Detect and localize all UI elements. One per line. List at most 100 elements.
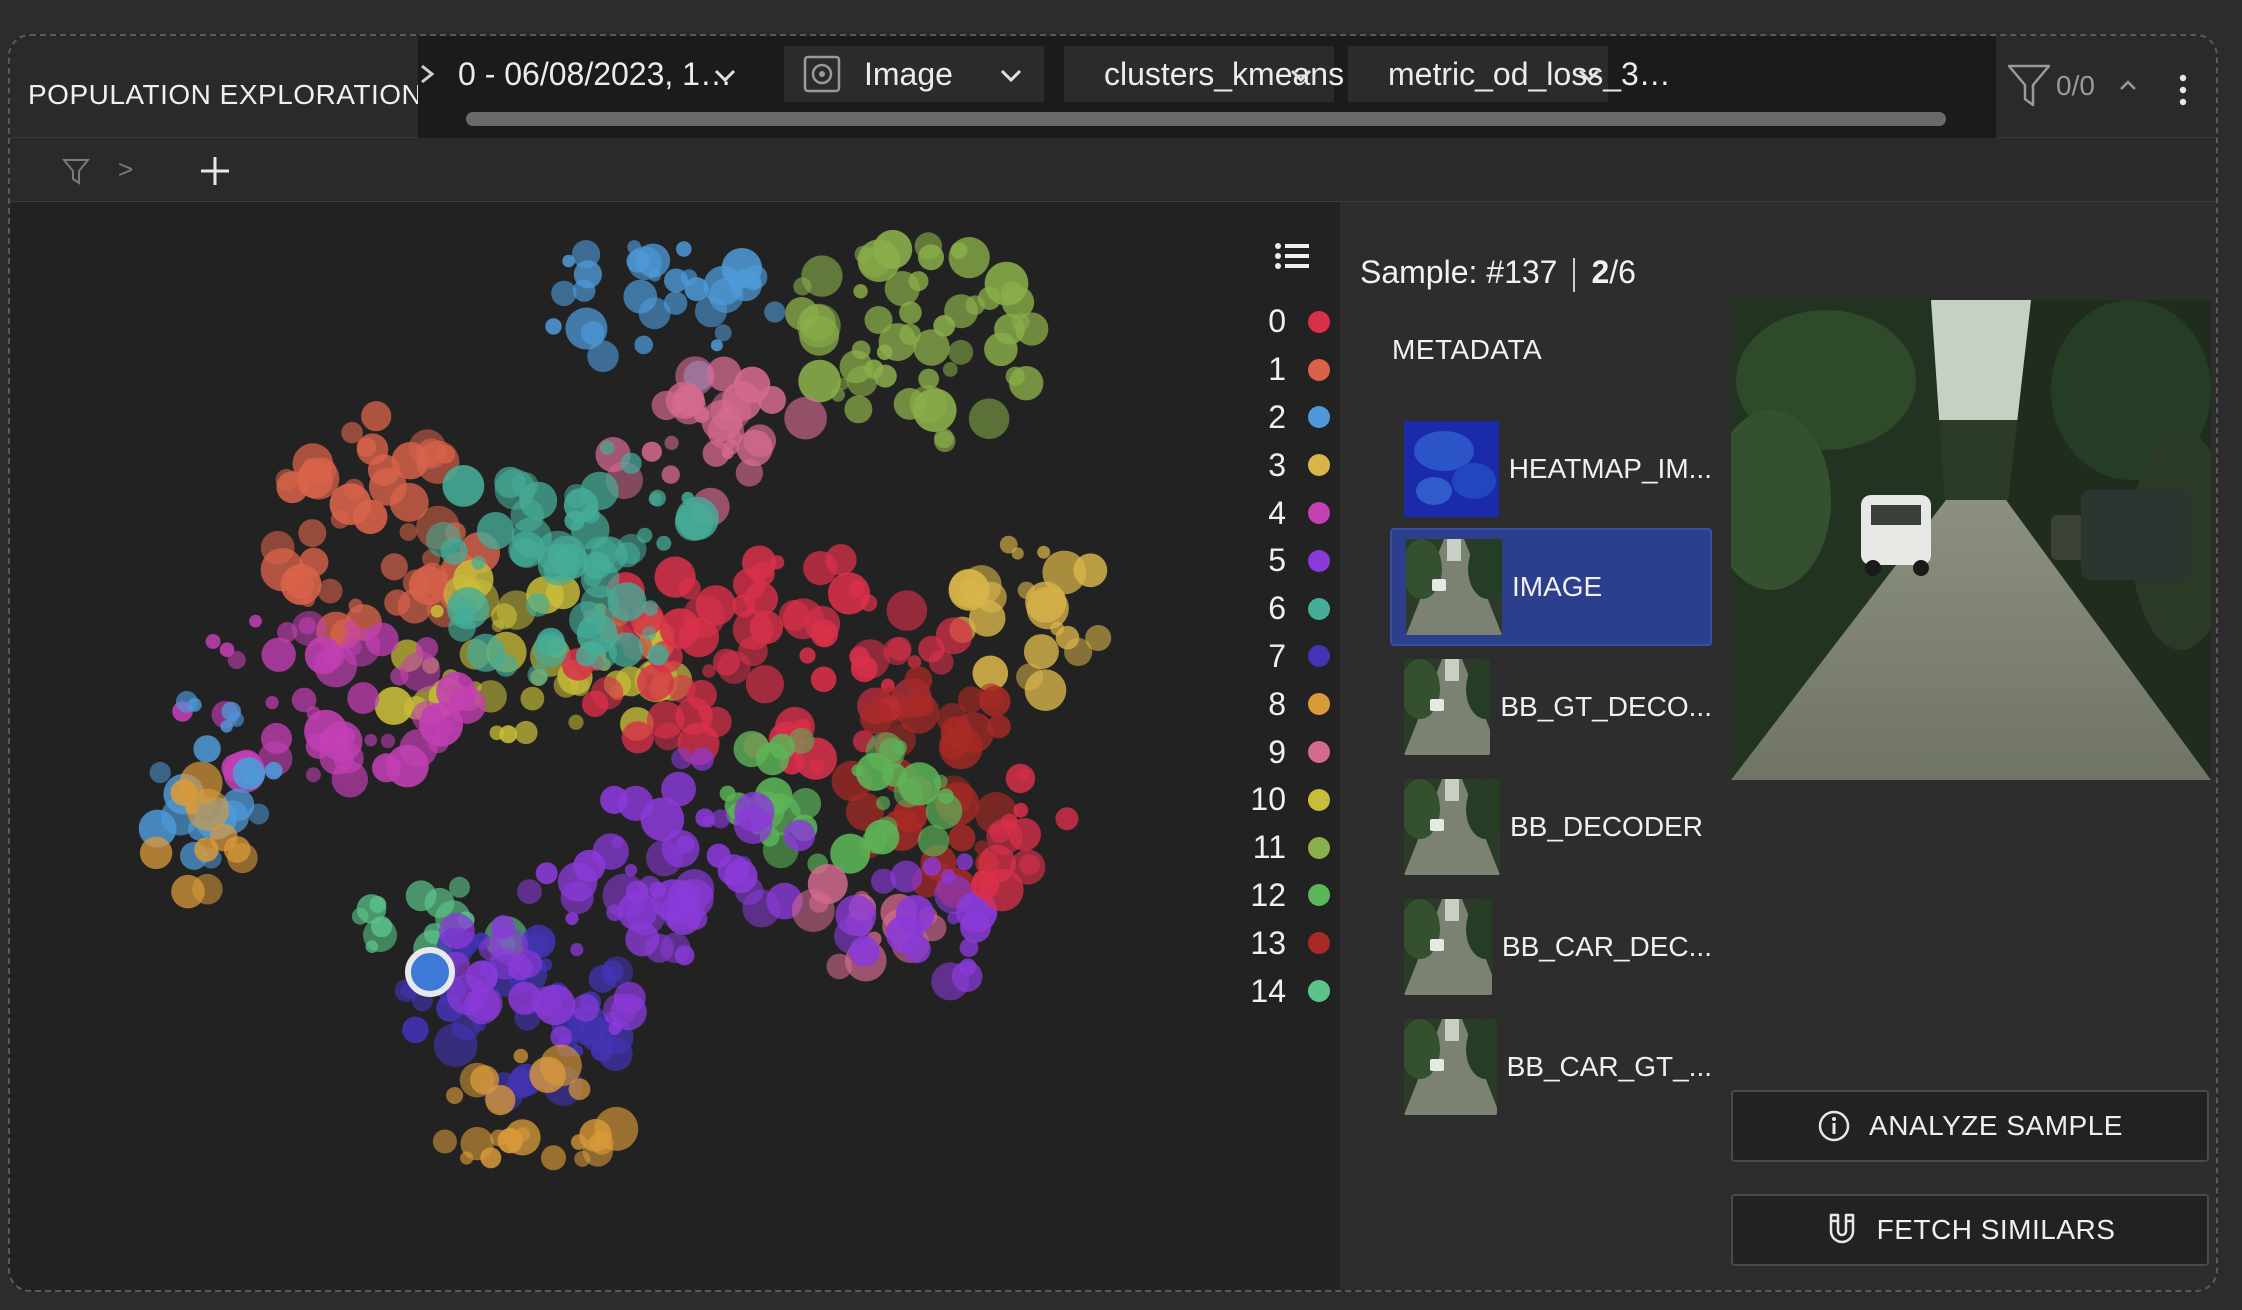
scatter-point[interactable]: [793, 277, 812, 296]
scatter-point[interactable]: [826, 953, 853, 980]
scatter-point[interactable]: [529, 1056, 566, 1093]
scatter-point[interactable]: [1005, 366, 1025, 386]
scatter-point[interactable]: [460, 1126, 494, 1161]
legend-item[interactable]: 8: [1200, 680, 1330, 728]
scatter-point[interactable]: [504, 1119, 541, 1156]
scatter-point[interactable]: [514, 720, 538, 745]
scatter-point[interactable]: [424, 887, 455, 918]
scatter-point[interactable]: [265, 696, 279, 710]
size-by-selector[interactable]: metric_od_loss_3…: [1348, 46, 1671, 102]
scatter-point[interactable]: [1085, 625, 1112, 651]
filter-toggle[interactable]: 0/0: [2006, 58, 2143, 114]
scatter-point[interactable]: [810, 619, 839, 648]
scatter-point[interactable]: [347, 682, 380, 714]
legend-item[interactable]: 11: [1200, 824, 1330, 872]
scatter-point[interactable]: [415, 637, 439, 660]
scatter-point[interactable]: [710, 339, 723, 352]
metadata-item[interactable]: HEATMAP_IM...: [1390, 410, 1712, 528]
scatter-point[interactable]: [956, 853, 974, 871]
scatter-point[interactable]: [569, 601, 607, 639]
legend-item[interactable]: 7: [1200, 633, 1330, 681]
scatter-point[interactable]: [656, 535, 672, 551]
scatter-point[interactable]: [859, 246, 891, 278]
scatter-point[interactable]: [721, 248, 762, 289]
chevron-up-icon[interactable]: [2113, 71, 2143, 101]
scatter-point[interactable]: [264, 761, 283, 780]
scatter-point[interactable]: [745, 665, 785, 704]
scatter-plot-area[interactable]: [10, 202, 1340, 1292]
scatter-point[interactable]: [562, 254, 575, 268]
scatter-point[interactable]: [532, 632, 568, 668]
scatter-point[interactable]: [545, 318, 562, 335]
scatter-point[interactable]: [886, 590, 928, 631]
metadata-item[interactable]: BB_CAR_DEC...: [1390, 888, 1712, 1006]
scatter-point[interactable]: [871, 868, 897, 894]
scatter-point[interactable]: [876, 796, 891, 811]
scatter-point[interactable]: [408, 429, 446, 467]
scatter-point[interactable]: [671, 748, 693, 770]
scatter-point[interactable]: [356, 894, 387, 924]
scatter-point[interactable]: [364, 733, 378, 747]
scatter-point[interactable]: [427, 731, 449, 754]
scatter-point[interactable]: [1037, 545, 1051, 559]
scatter-point[interactable]: [581, 690, 609, 717]
legend-item[interactable]: 10: [1200, 776, 1330, 824]
scatter-point[interactable]: [416, 562, 449, 595]
scatter-point[interactable]: [361, 401, 392, 432]
scatter-point[interactable]: [243, 756, 256, 769]
scatter-point[interactable]: [448, 614, 476, 642]
scatter-point[interactable]: [695, 585, 736, 626]
scatter-point[interactable]: [897, 762, 942, 806]
scatter-point[interactable]: [306, 706, 321, 721]
scatter-point[interactable]: [365, 940, 379, 953]
legend-item[interactable]: 1: [1200, 346, 1330, 394]
scatter-point[interactable]: [209, 823, 238, 852]
scatter-point[interactable]: [321, 721, 363, 762]
scatter-point[interactable]: [783, 819, 816, 852]
scatter-point[interactable]: [520, 686, 545, 711]
metadata-item[interactable]: IMAGE: [1390, 528, 1712, 646]
scatter-point[interactable]: [899, 301, 922, 324]
scatter-point[interactable]: [510, 498, 545, 532]
scatter-point[interactable]: [674, 878, 714, 919]
scatter-point[interactable]: [1024, 669, 1067, 711]
scatter-point[interactable]: [736, 429, 773, 467]
scatter-point[interactable]: [690, 747, 714, 771]
version-selector[interactable]: 0 - 06/08/2023, 1…: [418, 46, 758, 102]
scatter-point[interactable]: [380, 553, 408, 581]
scatter-point[interactable]: [799, 647, 816, 664]
scatter-point[interactable]: [551, 280, 577, 307]
scatter-point[interactable]: [686, 679, 717, 711]
scatter-point[interactable]: [922, 857, 942, 876]
scatter-point[interactable]: [601, 960, 624, 983]
scatter-point[interactable]: [301, 593, 315, 607]
legend-item[interactable]: 13: [1200, 919, 1330, 967]
scatter-point[interactable]: [897, 691, 940, 734]
scatter-point[interactable]: [1026, 587, 1069, 630]
scatter-point[interactable]: [298, 519, 327, 548]
scatter-point[interactable]: [634, 335, 653, 355]
scatter-point[interactable]: [1005, 763, 1036, 794]
scatter-point[interactable]: [317, 578, 343, 604]
scatter-point[interactable]: [510, 537, 540, 567]
scatter-point[interactable]: [411, 701, 443, 732]
scatter-point[interactable]: [494, 466, 526, 499]
add-filter-icon[interactable]: [198, 154, 232, 188]
scatter-point[interactable]: [904, 666, 933, 694]
scatter-point[interactable]: [440, 537, 468, 565]
analyze-sample-button[interactable]: ANALYZE SAMPLE: [1731, 1090, 2209, 1162]
scatter-point[interactable]: [275, 468, 298, 491]
scatter-point[interactable]: [625, 880, 649, 904]
input-selector[interactable]: Image: [784, 46, 1044, 102]
scatter-point[interactable]: [1023, 634, 1059, 670]
scatter-plot[interactable]: [10, 202, 1340, 1292]
scatter-point[interactable]: [620, 452, 642, 474]
color-by-selector[interactable]: clusters_kmeans: [1064, 46, 1344, 102]
scatter-point[interactable]: [846, 365, 878, 397]
scatter-point[interactable]: [933, 315, 956, 337]
legend-item[interactable]: 9: [1200, 728, 1330, 776]
scatter-point[interactable]: [564, 510, 585, 531]
scatter-point[interactable]: [568, 714, 584, 730]
scatter-point[interactable]: [541, 1145, 566, 1171]
scatter-point[interactable]: [734, 791, 775, 833]
